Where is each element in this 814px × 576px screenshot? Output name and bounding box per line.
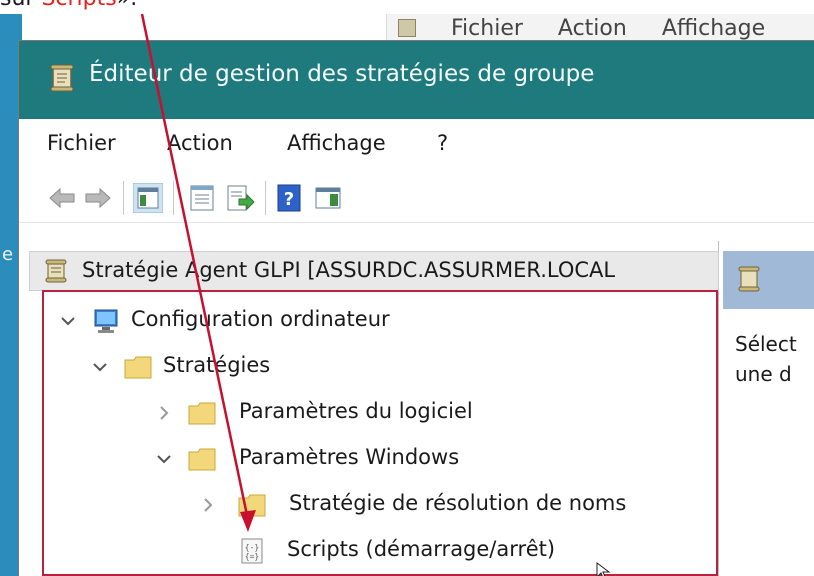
- chevron-down-icon[interactable]: [91, 358, 109, 376]
- bg-menu-view[interactable]: Affichage: [662, 16, 765, 41]
- properties-icon[interactable]: [187, 183, 217, 213]
- toolbar-separator: [123, 181, 124, 215]
- tree-node-label: Stratégie de résolution de noms: [289, 491, 627, 515]
- tree-node-label: Stratégies: [163, 353, 271, 377]
- background-window-menu: Fichier Action Affichage: [398, 16, 793, 41]
- console-tree-icon[interactable]: [133, 183, 163, 213]
- scroll-icon: [398, 19, 416, 37]
- back-arrow-icon[interactable]: [47, 183, 77, 213]
- title-bar[interactable]: Éditeur de gestion des stratégies de gro…: [19, 41, 814, 119]
- tree-node-strategie-resolution-noms[interactable]: Stratégie de résolution de noms: [199, 487, 719, 527]
- folder-icon: [238, 494, 266, 517]
- tree-root-label: Stratégie Agent GLPI [ASSURDC.ASSURMER.L…: [82, 258, 616, 282]
- menu-fichier[interactable]: Fichier: [47, 131, 116, 155]
- caption-prefix: sur: [0, 0, 41, 11]
- caption-suffix: ».: [117, 0, 137, 11]
- tree-root-gpo[interactable]: Stratégie Agent GLPI [ASSURDC.ASSURMER.L…: [29, 251, 719, 291]
- scroll-icon: [738, 266, 760, 292]
- bg-menu-file[interactable]: Fichier: [451, 16, 523, 41]
- svg-text:{-}: {-}: [245, 543, 259, 552]
- gpo-editor-window: Éditeur de gestion des stratégies de gro…: [18, 40, 814, 576]
- toolbar-separator: [265, 181, 266, 215]
- tree-node-label: Scripts (démarrage/arrêt): [287, 537, 556, 561]
- details-line-2: une d: [735, 362, 792, 386]
- tree-node-label: Paramètres Windows: [239, 445, 460, 469]
- toolbar-separator: [173, 181, 174, 215]
- scroll-icon: [50, 64, 74, 92]
- toolbar: ?: [19, 173, 814, 223]
- details-description: Sélect une d: [735, 329, 797, 389]
- folder-icon: [188, 448, 216, 471]
- tree-node-parametres-windows[interactable]: Paramètres Windows: [155, 441, 695, 481]
- desktop-text: e: [2, 244, 14, 265]
- svg-text:?: ?: [284, 189, 294, 210]
- show-hide-action-pane-icon[interactable]: [313, 183, 343, 213]
- chevron-down-icon[interactable]: [59, 312, 77, 330]
- tree-node-strategies[interactable]: Stratégies: [91, 349, 691, 389]
- caption-highlight: Scripts: [41, 0, 116, 11]
- folder-icon: [188, 402, 216, 425]
- tree-node-label: Paramètres du logiciel: [239, 399, 473, 423]
- svg-text:{=}: {=}: [245, 552, 259, 561]
- mouse-cursor-icon: [596, 562, 611, 576]
- help-icon[interactable]: ?: [275, 183, 305, 213]
- computer-icon: [94, 309, 118, 333]
- bg-menu-action[interactable]: Action: [558, 16, 627, 41]
- menu-action[interactable]: Action: [167, 131, 233, 155]
- menu-affichage[interactable]: Affichage: [287, 131, 386, 155]
- tree-node-parametres-logiciel[interactable]: Paramètres du logiciel: [155, 395, 695, 435]
- menu-bar: Fichier Action Affichage ?: [19, 119, 814, 173]
- menu-help[interactable]: ?: [437, 131, 448, 155]
- tree-node-scripts[interactable]: {-} {=} Scripts (démarrage/arrêt): [237, 533, 717, 573]
- console-tree-pane: Stratégie Agent GLPI [ASSURDC.ASSURMER.L…: [19, 241, 719, 576]
- script-icon: {-} {=}: [241, 538, 263, 564]
- details-pane: Sélect une d: [723, 241, 814, 576]
- window-title: Éditeur de gestion des stratégies de gro…: [89, 61, 595, 87]
- chevron-down-icon[interactable]: [155, 450, 173, 468]
- forward-arrow-icon[interactable]: [83, 183, 113, 213]
- details-header: [723, 251, 814, 309]
- export-list-icon[interactable]: [225, 183, 255, 213]
- tree-node-configuration-ordinateur[interactable]: Configuration ordinateur: [59, 303, 699, 343]
- chevron-right-icon[interactable]: [155, 404, 173, 422]
- folder-icon: [124, 356, 152, 379]
- details-line-1: Sélect: [735, 332, 797, 356]
- scroll-icon: [45, 259, 67, 283]
- tree-node-label: Configuration ordinateur: [131, 307, 390, 331]
- chevron-right-icon[interactable]: [199, 496, 217, 514]
